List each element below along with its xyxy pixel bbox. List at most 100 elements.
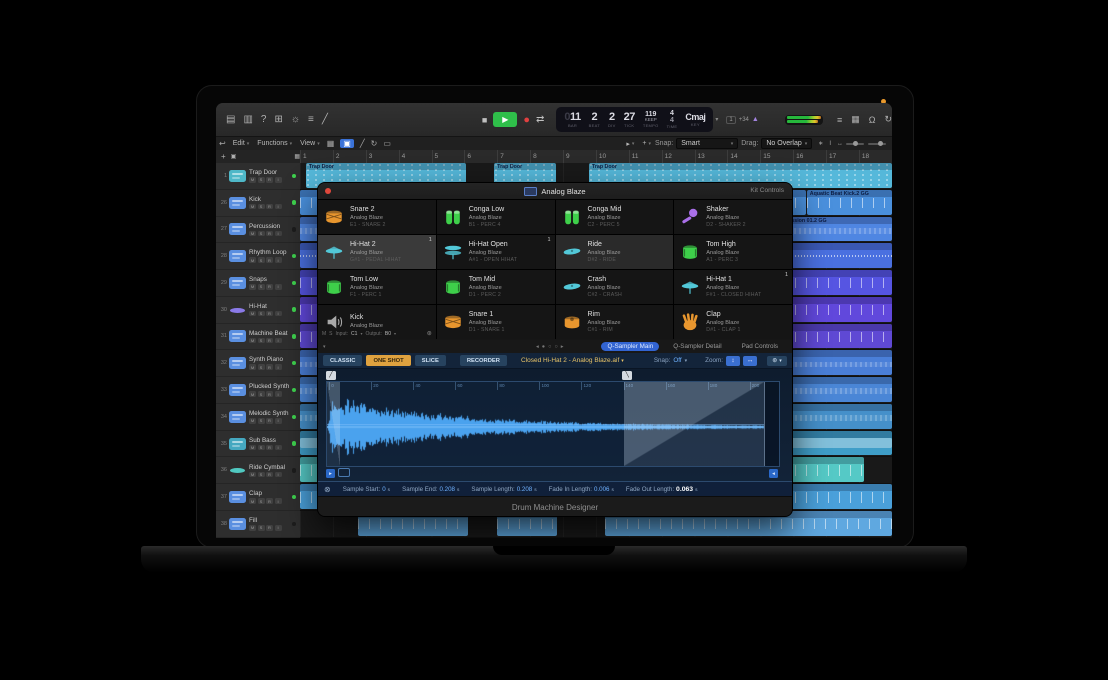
pad-kick[interactable]: KickAnalog BlazeMSInput:C1▾Output:B0▾⊛	[318, 305, 436, 339]
pager-next-icon[interactable]: ▸	[561, 344, 564, 350]
record-enable-button[interactable]: R	[266, 418, 273, 424]
recorder-button[interactable]: RECORDER	[460, 355, 507, 366]
sample-info-fade-in-length[interactable]: Fade In Length:0.006s	[549, 486, 614, 493]
lcd-key[interactable]: CmajKEY	[685, 113, 705, 127]
fade-out-region[interactable]	[624, 382, 763, 466]
track-row-clap[interactable]: 37ClapMSRI	[216, 484, 300, 511]
mixer-icon[interactable]: ≡	[308, 115, 314, 125]
track-row-ride-cymbal[interactable]: 36Ride CymbalMSRI	[216, 457, 300, 484]
track-row-kick[interactable]: 26KickMSRI	[216, 190, 300, 217]
pad-snare-1[interactable]: Snare 1Analog BlazeD1 - SNARE 1	[437, 305, 555, 339]
input-monitor-button[interactable]: I	[275, 204, 282, 210]
fade-in-region[interactable]	[327, 382, 340, 466]
inspector-icon[interactable]: ▥	[243, 115, 252, 125]
solo-button[interactable]: S	[258, 338, 265, 344]
secondary-tool-menu[interactable]: +▾	[642, 140, 651, 147]
pad-tom-high[interactable]: Tom HighAnalog BlazeA1 - PERC 3	[674, 235, 792, 269]
input-monitor-button[interactable]: I	[275, 498, 282, 504]
mode-slice-button[interactable]: SLICE	[415, 355, 446, 366]
lcd-field-tick[interactable]: 27TICK	[624, 112, 635, 128]
record-enable-button[interactable]: R	[266, 231, 273, 237]
sample-info-sample-end[interactable]: Sample End:0.208s	[402, 486, 459, 493]
info-close-icon[interactable]: ⊗	[324, 485, 331, 494]
stop-button[interactable]: ■	[482, 115, 487, 125]
pad-tom-low[interactable]: Tom LowAnalog BlazeF1 - PERC 1	[318, 270, 436, 304]
record-enable-button[interactable]: R	[266, 204, 273, 210]
sample-file-menu[interactable]: Closed Hi-Hat 2 - Analog Blaze.aif▾	[521, 357, 624, 364]
mute-button[interactable]: M	[249, 364, 256, 370]
mute-button[interactable]: M	[249, 204, 256, 210]
collapse-icon[interactable]: ▾	[323, 344, 326, 350]
input-monitor-button[interactable]: I	[275, 472, 282, 478]
key-range-icon[interactable]	[338, 468, 350, 477]
marquee-icon[interactable]: ▭	[383, 139, 391, 148]
kick-solo[interactable]: S	[329, 331, 332, 337]
bar-ruler[interactable]: 12345678910111213141516171819	[300, 150, 892, 164]
mute-button[interactable]: M	[249, 418, 256, 424]
kick-mute[interactable]: M	[322, 331, 326, 337]
metronome-icon[interactable]: ▲	[752, 116, 759, 123]
mode-classic-button[interactable]: CLASSIC	[323, 355, 362, 366]
vertical-zoom-slider[interactable]	[846, 143, 864, 145]
mode-oneshot-button[interactable]: ONE SHOT	[366, 355, 410, 366]
input-value[interactable]: C1	[351, 331, 357, 337]
back-icon[interactable]: ↩	[219, 139, 226, 148]
lcd-field-beat[interactable]: 2BEAT	[589, 112, 600, 128]
fade-in-handle[interactable]: ╱	[326, 371, 336, 380]
text-tool-icon[interactable]: I	[829, 141, 831, 147]
record-enable-button[interactable]: R	[266, 525, 273, 531]
track-row-sub-bass[interactable]: 35Sub BassMSRI	[216, 431, 300, 458]
input-monitor-button[interactable]: I	[275, 445, 282, 451]
track-row-melodic-synth[interactable]: 34Melodic SynthMSRI	[216, 404, 300, 431]
snap-select[interactable]: Smart▾	[676, 138, 738, 149]
list-editors-icon[interactable]: ≡	[837, 115, 842, 125]
record-enable-button[interactable]: R	[266, 364, 273, 370]
track-row-machine-beat[interactable]: 31Machine BeatMSRI	[216, 324, 300, 351]
input-monitor-button[interactable]: I	[275, 391, 282, 397]
drag-select[interactable]: No Overlap▾	[761, 138, 812, 149]
solo-button[interactable]: S	[258, 177, 265, 183]
tab-pad-controls[interactable]: Pad Controls	[736, 342, 784, 351]
record-enable-button[interactable]: R	[266, 177, 273, 183]
mute-button[interactable]: M	[249, 472, 256, 478]
pad-crash[interactable]: CrashAnalog BlazeC#2 - CRASH	[556, 270, 674, 304]
pager-dot-2[interactable]: ○	[548, 344, 551, 350]
smart-controls-icon[interactable]: ☼	[291, 115, 300, 125]
pad-hi-hat-1[interactable]: Hi-Hat 1Analog BlazeF#1 - CLOSED HIHAT1	[674, 270, 792, 304]
dmd-title-bar[interactable]: Analog Blaze Kit Controls	[318, 183, 792, 200]
pad-conga-low[interactable]: Conga LowAnalog BlazeB1 - PERC 4	[437, 200, 555, 234]
count-in-badge[interactable]: 1	[726, 116, 735, 124]
sample-end-marker[interactable]	[764, 382, 765, 466]
track-row-rhythm-loop[interactable]: 28Rhythm LoopMSRI	[216, 243, 300, 270]
pager-dot-1[interactable]: ●	[542, 344, 545, 350]
record-enable-button[interactable]: R	[266, 257, 273, 263]
mute-button[interactable]: M	[249, 177, 256, 183]
record-enable-button[interactable]: R	[266, 338, 273, 344]
pad-shaker[interactable]: ShakerAnalog BlazeD2 - SHAKER 2	[674, 200, 792, 234]
solo-button[interactable]: S	[258, 418, 265, 424]
toolbar-icon[interactable]: ⊞	[274, 115, 282, 125]
lcd-chevron-icon[interactable]: ▾	[715, 116, 718, 123]
note-pads-icon[interactable]: ▦	[851, 114, 860, 125]
input-monitor-button[interactable]: I	[275, 311, 282, 317]
gear-icon[interactable]: ⊛	[427, 330, 432, 337]
waveform-plot[interactable]: 020406080100120140160180200	[326, 381, 780, 467]
input-monitor-button[interactable]: I	[275, 525, 282, 531]
sample-info-fade-out-length[interactable]: Fade Out Length:0.063s	[626, 486, 698, 493]
add-track-button[interactable]: +	[221, 152, 226, 161]
solo-button[interactable]: S	[258, 311, 265, 317]
input-monitor-button[interactable]: I	[275, 284, 282, 290]
tab-q-sampler-detail[interactable]: Q-Sampler Detail	[667, 342, 727, 351]
pad-clap[interactable]: ClapAnalog BlazeD#1 - CLAP 1	[674, 305, 792, 339]
solo-button[interactable]: S	[258, 257, 265, 263]
pager-prev-icon[interactable]: ◂	[536, 344, 539, 350]
automation-icon[interactable]: ╱	[360, 139, 365, 148]
track-row-percussion[interactable]: 27PercussionMSRI	[216, 217, 300, 244]
record-enable-button[interactable]: R	[266, 284, 273, 290]
input-monitor-button[interactable]: I	[275, 364, 282, 370]
menu-edit[interactable]: Edit▾	[233, 140, 250, 147]
mute-button[interactable]: M	[249, 311, 256, 317]
track-row-fill[interactable]: 38FillMSRI	[216, 511, 300, 538]
solo-button[interactable]: S	[258, 284, 265, 290]
lcd-display[interactable]: 011BAR2BEAT2DIV27TICK119KEEPTEMPO44TIMEC…	[556, 107, 713, 132]
